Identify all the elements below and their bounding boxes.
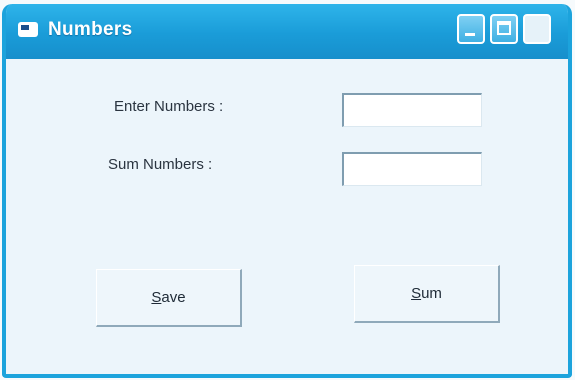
enter-numbers-label: Enter Numbers : — [114, 98, 224, 115]
save-button-accelerator: S — [151, 289, 162, 306]
form-client-area: Enter Numbers : Sum Numbers : Save Sum — [6, 59, 568, 374]
minimize-button[interactable] — [457, 14, 485, 44]
numbers-window: Numbers Enter Numbers : Sum Numbers : Sa… — [2, 4, 572, 378]
enter-numbers-input[interactable] — [342, 93, 482, 127]
sum-button[interactable]: Sum — [354, 265, 500, 323]
sum-button-label: um — [421, 285, 442, 302]
close-button[interactable] — [523, 14, 551, 44]
sum-numbers-label: Sum Numbers : — [108, 156, 213, 173]
app-window-icon[interactable] — [18, 22, 38, 37]
save-button[interactable]: Save — [96, 269, 242, 327]
window-title: Numbers — [48, 19, 133, 40]
sum-numbers-input[interactable] — [342, 152, 482, 186]
maximize-button[interactable] — [490, 14, 518, 44]
save-button-label: ave — [161, 289, 186, 306]
minimize-icon — [465, 33, 475, 36]
title-bar[interactable]: Numbers — [6, 4, 568, 59]
sum-button-accelerator: S — [411, 285, 422, 302]
maximize-icon — [497, 21, 511, 35]
